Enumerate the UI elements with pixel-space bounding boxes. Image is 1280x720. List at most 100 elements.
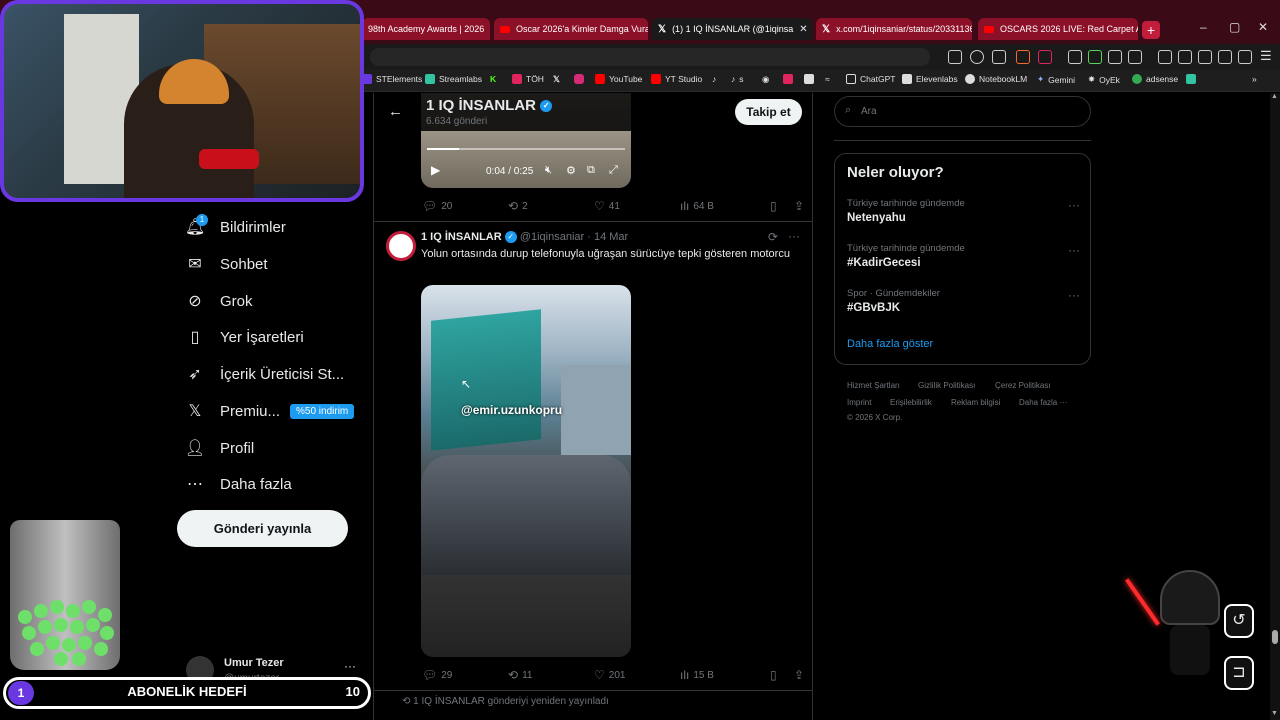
bookmark-item[interactable]: TÖH (512, 74, 544, 84)
sidebar-icon[interactable] (1178, 50, 1192, 64)
like-button[interactable]: ♡ 41 (594, 199, 680, 213)
extension-icon[interactable] (1088, 50, 1102, 64)
bookmark-icon-generic[interactable] (783, 74, 793, 84)
back-arrow-icon[interactable]: ← (388, 103, 403, 120)
nav-creator-studio[interactable]: ➶ İçerik Üreticisi St... (186, 362, 344, 386)
repost-button[interactable]: ⟲ 2 (508, 199, 594, 213)
wallet-icon[interactable] (1198, 50, 1212, 64)
menu-icon[interactable]: ☰ (1260, 48, 1272, 64)
post-button[interactable]: Gönderi yayınla (177, 510, 348, 547)
share-icon[interactable] (992, 50, 1006, 64)
bookmark-item[interactable]: ♪ s (731, 74, 744, 84)
footer-link[interactable]: Hizmet Şartları (847, 381, 900, 390)
x-logo-icon[interactable]: 𝕏 (553, 74, 560, 85)
fullscreen-icon[interactable]: ⤢ (609, 164, 618, 177)
show-more-link[interactable]: Daha fazla göster (847, 338, 933, 350)
follow-button[interactable]: Takip et (735, 99, 802, 125)
repost-button[interactable]: ⟲ 11 (508, 668, 594, 682)
vpn-icon[interactable] (1238, 50, 1252, 64)
bookmark-icon-generic[interactable]: ≈ (825, 74, 830, 84)
bookmark-item[interactable]: adsense (1132, 74, 1178, 84)
bookmark-item[interactable]: YouTube (595, 74, 642, 84)
author-handle[interactable]: @1iqinsaniar (520, 231, 584, 243)
author-name[interactable]: 1 IQ İNSANLAR (421, 231, 502, 243)
reply-button[interactable]: 💬︎ 20 (422, 199, 508, 213)
more-icon[interactable]: ··· (1068, 243, 1080, 257)
leo-ai-icon[interactable] (1218, 50, 1232, 64)
kick-icon[interactable]: K (490, 74, 496, 84)
post-video[interactable]: @emir.uzunkopru ↖ (421, 285, 631, 657)
more-icon[interactable]: ··· (1068, 198, 1080, 212)
bookmark-icon-generic[interactable] (1186, 74, 1196, 84)
bookmarks-overflow-icon[interactable]: » (1252, 74, 1257, 84)
trend-item[interactable]: Türkiye tarihinde gündemde #KadirGecesi … (835, 239, 1090, 279)
post-date[interactable]: · 14 Mar (587, 231, 628, 243)
avatar[interactable] (386, 231, 416, 261)
bookmark-button[interactable]: ▯ (770, 668, 794, 682)
browser-tab[interactable]: Oscar 2026'a Kimler Damga Vuracak (494, 18, 648, 40)
browser-tab[interactable]: 98th Academy Awards | 2026 (362, 18, 490, 40)
music-icon[interactable] (1158, 50, 1172, 64)
views-button[interactable]: ılı 15 B (680, 668, 770, 682)
mute-icon[interactable]: 🔇︎ (545, 164, 552, 177)
close-icon[interactable]: ✕ (799, 24, 807, 35)
instagram-icon[interactable] (574, 74, 584, 84)
maximize-button[interactable]: ▢ (1229, 20, 1240, 34)
bookmark-item[interactable]: ChatGPT (846, 74, 895, 84)
nav-profile[interactable]: 👤︎ Profil (185, 436, 254, 460)
nav-chat[interactable]: ✉ Sohbet (186, 252, 267, 276)
cast-icon[interactable] (948, 50, 962, 64)
play-icon[interactable]: ▶ (431, 163, 440, 177)
share-button[interactable]: ⇪ (794, 199, 804, 213)
trend-item[interactable]: Türkiye tarihinde gündemde Netenyahu ··· (835, 194, 1090, 234)
bookmark-item[interactable]: YT Studio (651, 74, 702, 84)
footer-link[interactable]: Imprint (847, 398, 871, 407)
brave-shield-icon[interactable] (1016, 50, 1030, 64)
bookmark-item[interactable]: STElements (362, 74, 422, 84)
extension-icon[interactable] (1128, 50, 1142, 64)
more-icon[interactable]: ··· (1068, 288, 1080, 302)
bookmark-item[interactable]: Elevenlabs (902, 74, 958, 84)
grok-icon[interactable]: ⟳ (768, 230, 778, 244)
nav-grok[interactable]: ⊘ Grok (186, 289, 252, 313)
more-icon[interactable]: ··· (788, 229, 800, 243)
footer-link[interactable]: Gizlilik Politikası (918, 381, 975, 390)
search-input[interactable]: ⌕ Ara (834, 96, 1091, 127)
bookmark-icon-generic[interactable] (804, 74, 814, 84)
new-tab-button[interactable]: + (1142, 21, 1160, 39)
scrollbar-thumb[interactable] (1272, 630, 1278, 644)
more-icon[interactable]: ··· (344, 659, 356, 673)
trend-item[interactable]: Spor · Gündemdekiler #GBvBJK ··· (835, 284, 1090, 324)
footer-link[interactable]: Daha fazla ··· (1019, 398, 1067, 407)
nav-bookmarks[interactable]: ▯ Yer İşaretleri (186, 325, 304, 349)
share-button[interactable]: ⇪ (794, 668, 804, 682)
footer-link[interactable]: Reklam bilgisi (951, 398, 1000, 407)
close-window-button[interactable]: ✕ (1258, 20, 1268, 34)
extension-icon[interactable] (1068, 50, 1082, 64)
bookmark-item[interactable]: ✦ Gemini (1037, 74, 1075, 85)
scroll-up-icon[interactable]: ▲ (1271, 93, 1278, 100)
tiktok-icon[interactable]: ♪ (712, 74, 716, 84)
views-button[interactable]: ılı 64 B (680, 199, 770, 213)
bookmark-item[interactable]: Streamlabs (425, 74, 482, 84)
settings-icon[interactable]: ⚙ (566, 164, 576, 177)
bookmark-item[interactable]: ✸ OyEk (1088, 74, 1120, 85)
reply-button[interactable]: 💬︎ 29 (422, 668, 508, 682)
pip-icon[interactable]: ⧉ (587, 164, 595, 177)
extensions-puzzle-icon[interactable] (1108, 50, 1122, 64)
scroll-down-icon[interactable]: ▼ (1271, 710, 1278, 717)
bookmark-icon-generic[interactable]: ◉ (762, 74, 769, 85)
like-button[interactable]: ♡ 201 (594, 668, 680, 682)
url-bar[interactable] (370, 48, 930, 66)
nav-premium[interactable]: 𝕏 Premiu... %50 indirim (186, 399, 355, 423)
browser-tab[interactable]: 𝕏 x.com/1iqinsaniar/status/203311362 (816, 18, 972, 40)
footer-link[interactable]: Çerez Politikası (995, 381, 1051, 390)
zoom-icon[interactable] (970, 50, 984, 64)
minimize-button[interactable]: – (1200, 20, 1207, 34)
nav-more[interactable]: ⋯ Daha fazla (186, 472, 292, 496)
browser-tab[interactable]: OSCARS 2026 LIVE: Red Carpet Arri (978, 18, 1138, 40)
bookmark-button[interactable]: ▯ (770, 199, 794, 213)
page-scrollbar[interactable]: ▲ ▼ (1270, 93, 1280, 720)
browser-tab-active[interactable]: 𝕏 (1) 1 IQ İNSANLAR (@1iqinsa ✕ (652, 18, 812, 40)
bookmark-item[interactable]: NotebookLM (965, 74, 1027, 84)
